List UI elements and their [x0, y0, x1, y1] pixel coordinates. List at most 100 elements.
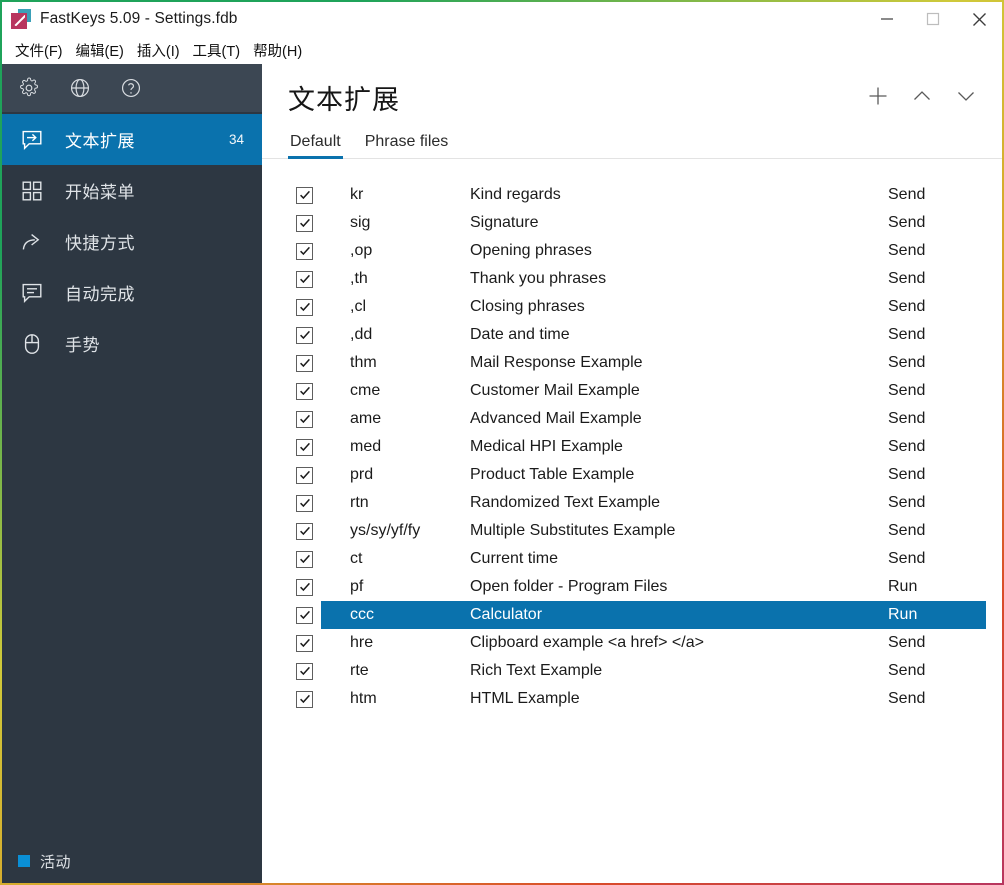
- sidebar-item-gestures[interactable]: 手势: [2, 318, 262, 369]
- gear-icon[interactable]: [16, 76, 41, 101]
- row-phrase: Open folder - Program Files: [470, 578, 668, 595]
- table-row[interactable]: ,op Opening phrases Send: [290, 237, 974, 265]
- autocomplete-bubble-icon: [18, 279, 45, 306]
- row-checkbox[interactable]: [296, 382, 313, 400]
- table-row[interactable]: sig Signature Send: [290, 209, 974, 237]
- table-row[interactable]: ,th Thank you phrases Send: [290, 265, 974, 293]
- row-checkbox[interactable]: [296, 438, 313, 456]
- sidebar-item-text-expansion[interactable]: 文本扩展 34: [2, 114, 262, 165]
- row-action: Send: [888, 634, 926, 651]
- table-row[interactable]: ,cl Closing phrases Send: [290, 293, 974, 321]
- sidebar-nav: 文本扩展 34 开始菜单 快捷方式 自动完成 手势: [2, 112, 262, 839]
- sidebar-item-shortcuts[interactable]: 快捷方式: [2, 216, 262, 267]
- table-row[interactable]: ,dd Date and time Send: [290, 321, 974, 349]
- row-checkbox[interactable]: [296, 578, 313, 596]
- row-checkbox[interactable]: [296, 522, 313, 540]
- row-action: Send: [888, 326, 926, 343]
- row-action: Send: [888, 662, 926, 679]
- row-phrase: Kind regards: [470, 186, 561, 203]
- sidebar-item-autocomplete[interactable]: 自动完成: [2, 267, 262, 318]
- row-checkbox[interactable]: [296, 466, 313, 484]
- row-checkbox[interactable]: [296, 410, 313, 428]
- sidebar-item-label: 手势: [65, 336, 100, 355]
- table-row[interactable]: prd Product Table Example Send: [290, 461, 974, 489]
- help-icon[interactable]: [118, 76, 143, 101]
- table-row[interactable]: hre Clipboard example <a href> </a> Send: [290, 629, 974, 657]
- menu-tools[interactable]: 工具(T): [187, 38, 248, 63]
- menu-file[interactable]: 文件(F): [9, 38, 70, 63]
- tab-default[interactable]: Default: [288, 133, 343, 159]
- mouse-gesture-icon: [18, 330, 45, 357]
- table-row[interactable]: cme Customer Mail Example Send: [290, 377, 974, 405]
- window-controls: [864, 2, 1002, 36]
- row-action: Send: [888, 438, 926, 455]
- sidebar-item-start-menu[interactable]: 开始菜单: [2, 165, 262, 216]
- row-checkbox[interactable]: [296, 270, 313, 288]
- sidebar-item-count: 34: [228, 132, 244, 147]
- row-abbreviation: ,op: [350, 242, 373, 259]
- row-abbreviation: sig: [350, 214, 371, 231]
- row-abbreviation: pf: [350, 578, 364, 595]
- row-checkbox[interactable]: [296, 494, 313, 512]
- table-row[interactable]: rtn Randomized Text Example Send: [290, 489, 974, 517]
- row-checkbox[interactable]: [296, 690, 313, 708]
- row-phrase: HTML Example: [470, 690, 580, 707]
- row-abbreviation: ,th: [350, 270, 368, 287]
- table-row[interactable]: ys/sy/yf/fy Multiple Substitutes Example S…: [290, 517, 974, 545]
- maximize-button[interactable]: [910, 2, 956, 36]
- close-button[interactable]: [956, 2, 1002, 36]
- header-actions: [860, 78, 984, 114]
- menu-edit[interactable]: 编辑(E): [70, 38, 131, 63]
- row-checkbox[interactable]: [296, 186, 313, 204]
- row-abbreviation: hre: [350, 634, 374, 651]
- row-action: Run: [888, 578, 918, 595]
- table-row[interactable]: kr Kind regards Send: [290, 181, 974, 209]
- move-up-button[interactable]: [904, 78, 940, 114]
- tab-phrase-files[interactable]: Phrase files: [363, 133, 451, 158]
- content-header: 文本扩展: [262, 64, 1002, 117]
- row-abbreviation: cme: [350, 382, 381, 399]
- row-abbreviation: thm: [350, 354, 377, 371]
- row-phrase: Current time: [470, 550, 559, 567]
- move-down-button[interactable]: [948, 78, 984, 114]
- table-row[interactable]: med Medical HPI Example Send: [290, 433, 974, 461]
- row-abbreviation: ct: [350, 550, 363, 567]
- row-checkbox[interactable]: [296, 298, 313, 316]
- row-abbreviation: ,dd: [350, 326, 373, 343]
- menu-bar: 文件(F) 编辑(E) 插入(I) 工具(T) 帮助(H): [2, 36, 1002, 64]
- table-row[interactable]: ct Current time Send: [290, 545, 974, 573]
- menu-help[interactable]: 帮助(H): [247, 38, 309, 63]
- menu-insert[interactable]: 插入(I): [131, 38, 187, 63]
- sidebar-item-label: 快捷方式: [65, 234, 135, 253]
- table-row[interactable]: htm HTML Example Send: [290, 685, 974, 713]
- table-row[interactable]: pf Open folder - Program Files Run: [290, 573, 974, 601]
- row-action: Run: [888, 606, 918, 623]
- row-checkbox[interactable]: [296, 606, 313, 624]
- table-row[interactable]: rte Rich Text Example Send: [290, 657, 974, 685]
- globe-icon[interactable]: [67, 76, 92, 101]
- row-checkbox[interactable]: [296, 214, 313, 232]
- row-checkbox[interactable]: [296, 550, 313, 568]
- sidebar: 文本扩展 34 开始菜单 快捷方式 自动完成 手势 活动: [2, 64, 262, 883]
- row-checkbox[interactable]: [296, 242, 313, 260]
- sidebar-item-label: 开始菜单: [65, 183, 135, 202]
- window-title: FastKeys 5.09 - Settings.fdb: [40, 10, 238, 27]
- row-checkbox[interactable]: [296, 662, 313, 680]
- row-phrase: Advanced Mail Example: [470, 410, 642, 427]
- table-row[interactable]: thm Mail Response Example Send: [290, 349, 974, 377]
- add-button[interactable]: [860, 78, 896, 114]
- row-abbreviation: med: [350, 438, 382, 455]
- status-indicator-dot: [18, 855, 30, 867]
- row-abbreviation: prd: [350, 466, 374, 483]
- row-abbreviation: rtn: [350, 494, 369, 511]
- row-abbreviation: htm: [350, 690, 377, 707]
- tab-bar: Default Phrase files: [262, 133, 1002, 159]
- table-row[interactable]: ame Advanced Mail Example Send: [290, 405, 974, 433]
- start-menu-grid-icon: [18, 177, 45, 204]
- row-checkbox[interactable]: [296, 634, 313, 652]
- row-abbreviation: rte: [350, 662, 369, 679]
- row-checkbox[interactable]: [296, 326, 313, 344]
- table-row[interactable]: ccc Calculator Run: [290, 601, 986, 629]
- row-checkbox[interactable]: [296, 354, 313, 372]
- minimize-button[interactable]: [864, 2, 910, 36]
